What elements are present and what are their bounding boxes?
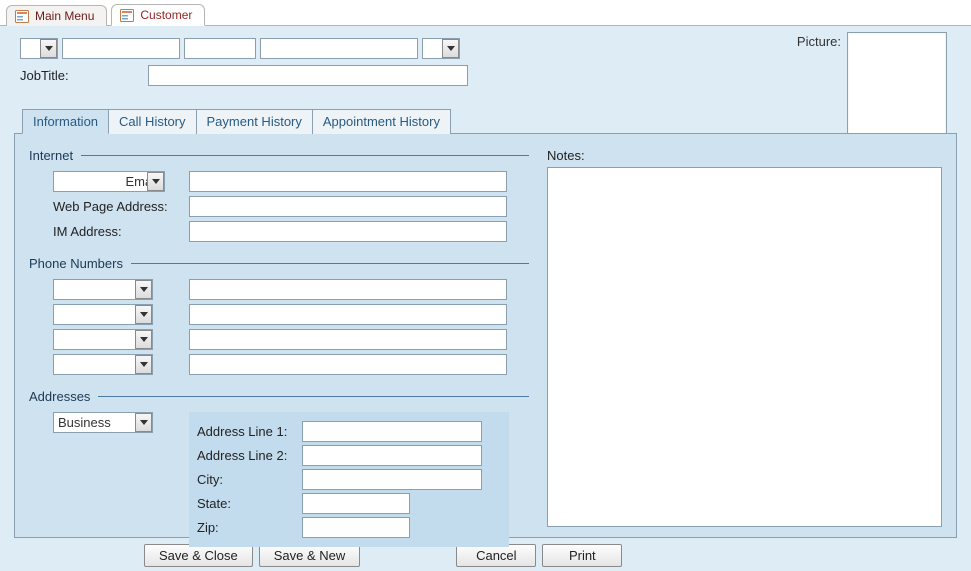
- section-label: Addresses: [29, 389, 90, 404]
- button-row: Save & Close Save & New Cancel Print: [144, 544, 957, 567]
- first-name-input[interactable]: [62, 38, 180, 59]
- phone-number-input[interactable]: [189, 279, 507, 300]
- prefix-select[interactable]: [20, 38, 58, 59]
- chevron-down-icon[interactable]: [135, 280, 152, 299]
- phone-number-input[interactable]: [189, 354, 507, 375]
- chevron-down-icon[interactable]: [147, 172, 164, 191]
- city-row: City:: [197, 469, 501, 490]
- phone-type-select[interactable]: [53, 329, 153, 350]
- webpage-row: Web Page Address:: [53, 196, 529, 217]
- form-icon: [120, 9, 134, 22]
- doc-tab-label: Customer: [140, 8, 192, 22]
- chevron-down-icon[interactable]: [40, 39, 57, 58]
- form-icon: [15, 10, 29, 23]
- chevron-down-icon[interactable]: [135, 305, 152, 324]
- tab-payment-history[interactable]: Payment History: [197, 109, 313, 134]
- cancel-button[interactable]: Cancel: [456, 544, 536, 567]
- form-body: Picture: JobTitle: Information Call Hist…: [0, 26, 971, 571]
- picture-label: Picture:: [797, 34, 841, 49]
- notes-label: Notes:: [547, 148, 942, 163]
- webpage-label: Web Page Address:: [53, 199, 189, 214]
- jobtitle-label: JobTitle:: [20, 68, 138, 83]
- section-internet: Internet: [29, 148, 529, 163]
- email-row: Email: [53, 171, 529, 192]
- save-close-button[interactable]: Save & Close: [144, 544, 253, 567]
- save-new-button[interactable]: Save & New: [259, 544, 361, 567]
- notes-textarea[interactable]: [547, 167, 942, 527]
- phone-type-select[interactable]: [53, 354, 153, 375]
- im-label: IM Address:: [53, 224, 189, 239]
- tab-appointment-history[interactable]: Appointment History: [313, 109, 451, 134]
- chevron-down-icon[interactable]: [442, 39, 459, 58]
- tab-information[interactable]: Information: [22, 109, 109, 134]
- state-row: State:: [197, 493, 501, 514]
- section-rule: [98, 396, 529, 397]
- address-line2-row: Address Line 2:: [197, 445, 501, 466]
- detail-tabs: Information Call History Payment History…: [22, 108, 957, 133]
- jobtitle-input[interactable]: [148, 65, 468, 86]
- zip-row: Zip:: [197, 517, 501, 538]
- address-line1-input[interactable]: [302, 421, 482, 442]
- middle-name-input[interactable]: [184, 38, 256, 59]
- chevron-down-icon[interactable]: [135, 355, 152, 374]
- phone-row-1: [53, 279, 529, 300]
- doc-tab-main-menu[interactable]: Main Menu: [6, 5, 107, 26]
- address-line2-input[interactable]: [302, 445, 482, 466]
- state-label: State:: [197, 496, 302, 511]
- tab-call-history[interactable]: Call History: [109, 109, 196, 134]
- section-rule: [81, 155, 529, 156]
- phone-number-input[interactable]: [189, 304, 507, 325]
- document-tabs: Main Menu Customer: [0, 0, 971, 26]
- chevron-down-icon[interactable]: [135, 330, 152, 349]
- phone-row-2: [53, 304, 529, 325]
- section-label: Phone Numbers: [29, 256, 123, 271]
- last-name-input[interactable]: [260, 38, 418, 59]
- address-type-value: Business: [58, 415, 111, 430]
- email-input[interactable]: [189, 171, 507, 192]
- phone-row-4: [53, 354, 529, 375]
- suffix-select[interactable]: [422, 38, 460, 59]
- chevron-down-icon[interactable]: [135, 413, 152, 432]
- city-label: City:: [197, 472, 302, 487]
- doc-tab-label: Main Menu: [35, 9, 94, 23]
- im-row: IM Address:: [53, 221, 529, 242]
- phone-number-input[interactable]: [189, 329, 507, 350]
- phone-type-select[interactable]: [53, 279, 153, 300]
- section-rule: [131, 263, 529, 264]
- tab-body: Internet Email Web Page Address: IM Addr…: [14, 133, 957, 538]
- state-input[interactable]: [302, 493, 410, 514]
- phone-row-3: [53, 329, 529, 350]
- section-phone: Phone Numbers: [29, 256, 529, 271]
- left-column: Internet Email Web Page Address: IM Addr…: [29, 144, 529, 527]
- address-line1-label: Address Line 1:: [197, 424, 302, 439]
- zip-input[interactable]: [302, 517, 410, 538]
- phone-type-select[interactable]: [53, 304, 153, 325]
- right-column: Notes:: [547, 144, 942, 527]
- webpage-input[interactable]: [189, 196, 507, 217]
- zip-label: Zip:: [197, 520, 302, 535]
- im-input[interactable]: [189, 221, 507, 242]
- doc-tab-customer[interactable]: Customer: [111, 4, 205, 26]
- email-type-select[interactable]: Email: [53, 171, 165, 192]
- section-addresses: Addresses: [29, 389, 529, 404]
- address-line1-row: Address Line 1:: [197, 421, 501, 442]
- address-type-select[interactable]: Business: [53, 412, 153, 433]
- jobtitle-row: JobTitle:: [20, 65, 957, 86]
- section-label: Internet: [29, 148, 73, 163]
- address-block: Address Line 1: Address Line 2: City: St…: [189, 412, 509, 547]
- address-line2-label: Address Line 2:: [197, 448, 302, 463]
- city-input[interactable]: [302, 469, 482, 490]
- print-button[interactable]: Print: [542, 544, 622, 567]
